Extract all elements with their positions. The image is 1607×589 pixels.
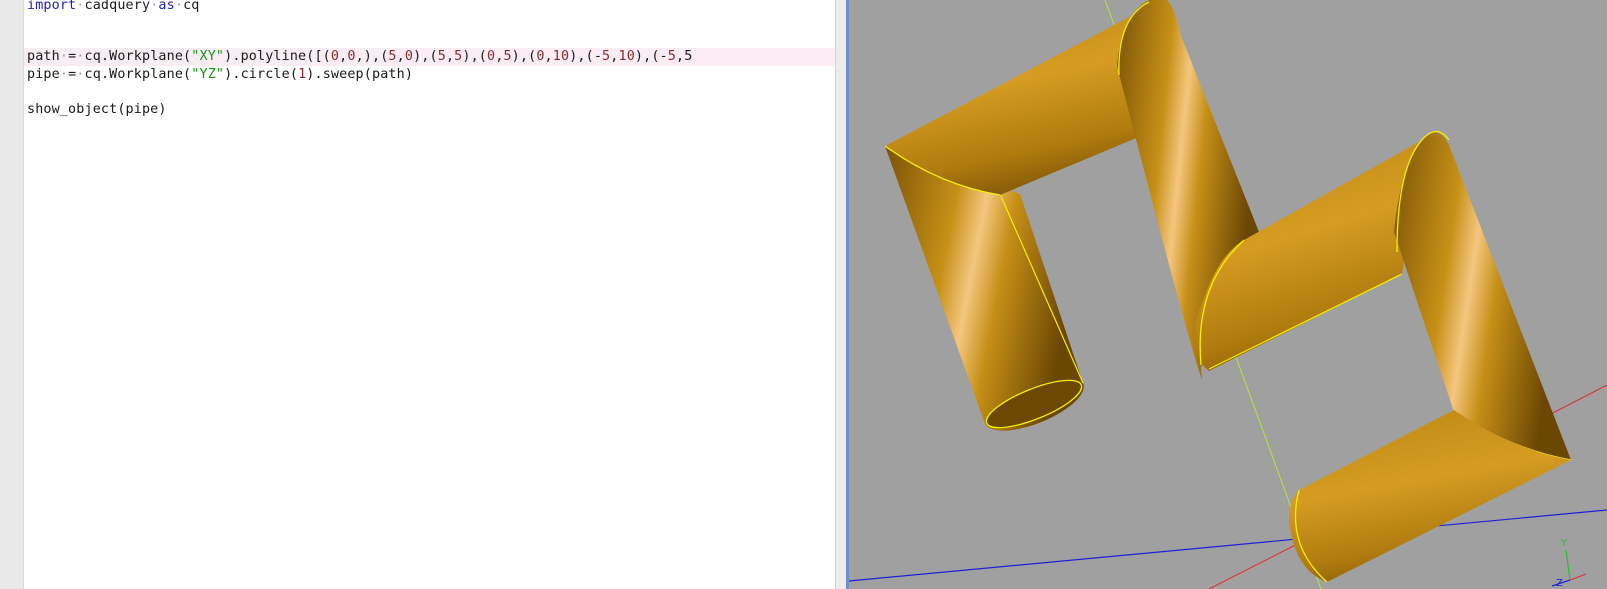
code-token: 0 — [347, 49, 356, 64]
code-line-import[interactable]: import·cadquery·as·cq — [27, 0, 200, 15]
code-token: import — [27, 0, 77, 13]
code-token: 0 — [404, 49, 414, 64]
triad-z-label: Z — [1556, 578, 1563, 589]
code-token: ),( — [511, 49, 537, 64]
code-token: "XY" — [191, 49, 225, 64]
code-token: ).polyline([( — [224, 49, 331, 64]
viewport-canvas[interactable]: Y Z — [849, 0, 1607, 589]
code-token: , — [445, 49, 455, 64]
code-token: cq — [183, 0, 200, 13]
code-token: cq.Workplane( — [84, 49, 192, 64]
triad-y-label: Y — [1560, 538, 1568, 549]
editor-line-gutter — [0, 0, 24, 589]
z-axis-line-right — [1548, 384, 1607, 416]
code-line-show-object[interactable]: show_object(pipe) — [27, 101, 167, 119]
code-token: 5 — [503, 49, 512, 64]
code-token: 5 — [388, 49, 397, 64]
code-token: · — [174, 0, 184, 13]
pipe-leg-5 — [1394, 132, 1571, 460]
code-token: cadquery — [84, 0, 151, 13]
code-line-pipe[interactable]: pipe·=·cq.Workplane("YZ").circle(1).swee… — [27, 66, 413, 84]
code-token: path — [27, 49, 60, 64]
code-token: 5 — [437, 49, 446, 64]
code-token: "YZ" — [191, 67, 225, 82]
code-token: ),(- — [569, 49, 603, 64]
code-token: · — [59, 67, 69, 82]
3d-viewport[interactable]: Y Z — [849, 0, 1607, 589]
code-token: · — [76, 67, 85, 82]
code-token: ,),( — [355, 49, 389, 64]
code-token: ),( — [462, 49, 488, 64]
code-token: , — [396, 49, 405, 64]
code-line-path[interactable]: path·=·cq.Workplane("XY").polyline([(0,0… — [24, 48, 835, 66]
code-token: show_object(pipe) — [27, 102, 167, 117]
x-axis-line — [849, 509, 1607, 582]
code-token: ).circle( — [224, 67, 299, 82]
code-token: · — [76, 0, 85, 13]
code-token: as — [158, 0, 175, 13]
code-token: ).sweep(path) — [306, 67, 414, 82]
code-token: 5 — [667, 49, 676, 64]
code-token: 0 — [487, 49, 496, 64]
code-token: 10 — [618, 49, 635, 64]
code-token: 10 — [552, 49, 570, 64]
code-token: ),( — [413, 49, 438, 64]
axis-triad: Y Z — [1551, 538, 1587, 589]
code-token: ),(- — [634, 49, 668, 64]
pipe-leg-2 — [885, 4, 1154, 195]
code-token: ,5 — [676, 49, 693, 64]
code-token: · — [76, 49, 85, 64]
code-token: · — [59, 49, 69, 64]
code-token: cq.Workplane( — [84, 67, 192, 82]
code-token: pipe — [27, 67, 60, 82]
code-token: , — [544, 49, 553, 64]
code-editor[interactable]: import·cadquery·as·cq path·=·cq.Workplan… — [24, 0, 835, 589]
code-token: 0 — [536, 49, 545, 64]
code-token: 0 — [330, 49, 340, 64]
